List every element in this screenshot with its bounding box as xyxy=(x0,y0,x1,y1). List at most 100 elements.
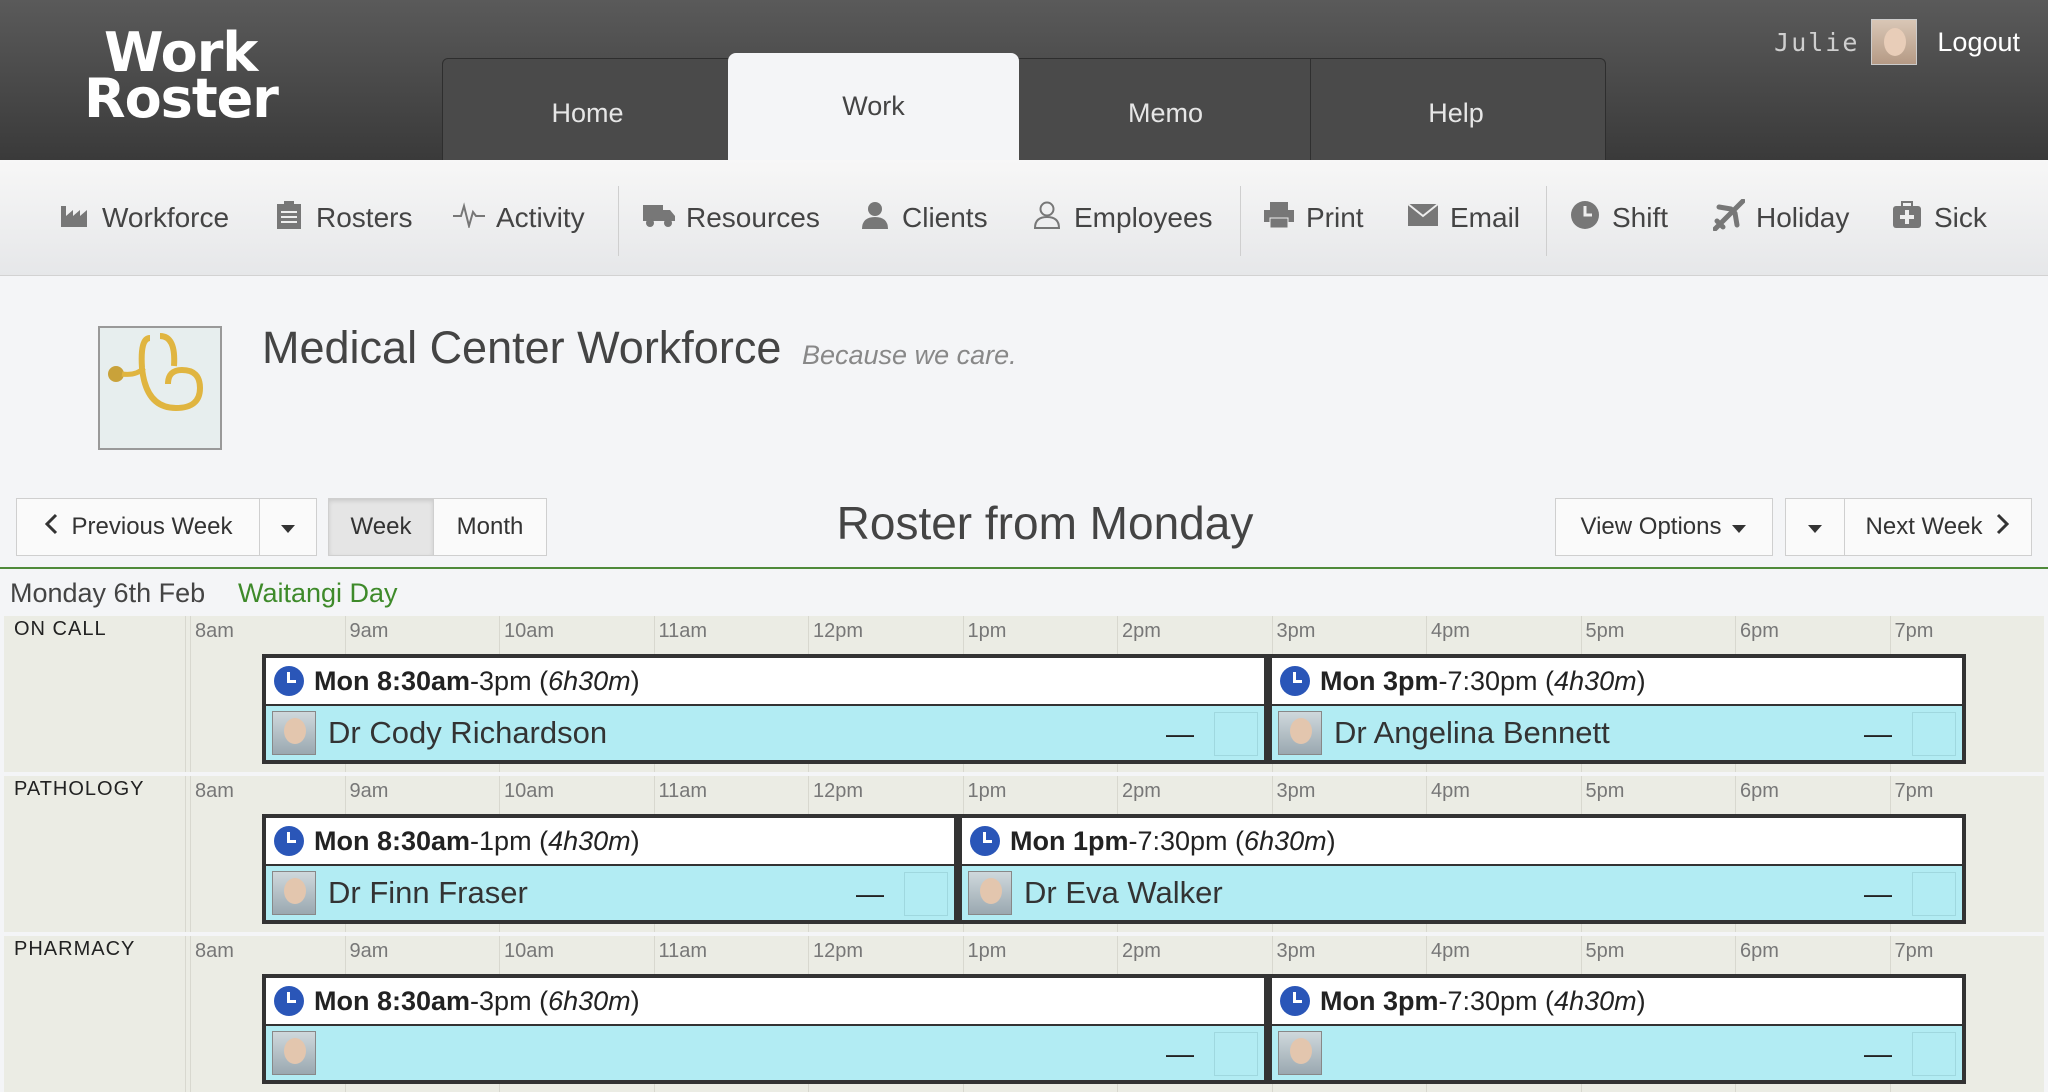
user-tie-icon xyxy=(858,201,892,236)
printer-icon xyxy=(1262,201,1296,236)
toolbar-shift[interactable]: Shift xyxy=(1568,160,1668,276)
app-header: Work Roster Home Work Memo Help Julie Lo… xyxy=(0,0,2048,160)
clock-icon xyxy=(274,666,304,696)
user-icon xyxy=(1030,201,1064,236)
shift-employee[interactable]: — xyxy=(266,1026,1264,1080)
company-tagline: Because we care. xyxy=(802,340,1017,370)
toolbar-label: Workforce xyxy=(102,202,230,233)
shift-close-paren: ) xyxy=(630,985,640,1016)
toolbar-label: Resources xyxy=(686,202,820,233)
clipboard-icon xyxy=(272,200,306,237)
select-checkbox[interactable] xyxy=(1912,712,1956,756)
hour-label: 4pm xyxy=(1431,940,1470,962)
row-label: PHARMACY xyxy=(14,938,136,960)
remove-icon[interactable]: — xyxy=(1864,718,1892,750)
caret-down-icon xyxy=(1731,513,1747,541)
employee-avatar xyxy=(272,711,316,755)
hour-label: 6pm xyxy=(1740,620,1779,642)
toolbar-label: Print xyxy=(1306,202,1364,233)
hour-label: 8am xyxy=(195,620,234,642)
shift-start: Mon 8:30am xyxy=(314,825,471,856)
shift-time: Mon 8:30am -1pm (4h30m) xyxy=(266,818,954,866)
toolbar-clients[interactable]: Clients xyxy=(858,160,988,276)
hour-label: 11am xyxy=(658,620,708,642)
clock-icon xyxy=(1280,666,1310,696)
toolbar-email[interactable]: Email xyxy=(1406,160,1520,276)
shift-block[interactable]: Mon 8:30am -3pm (6h30m) Dr Cody Richardson… xyxy=(262,654,1268,764)
employee-name: Dr Angelina Bennett xyxy=(1334,715,1610,750)
toolbar-resources[interactable]: Resources xyxy=(642,160,820,276)
employee-avatar xyxy=(272,1031,316,1075)
shift-employee[interactable]: Dr Eva Walker — xyxy=(962,866,1962,920)
select-checkbox[interactable] xyxy=(1214,1032,1258,1076)
toolbar-print[interactable]: Print xyxy=(1262,160,1364,276)
hour-label: 10am xyxy=(504,780,555,802)
tab-home[interactable]: Home xyxy=(442,58,733,160)
shift-employee[interactable]: Dr Finn Fraser — xyxy=(266,866,954,920)
shift-employee[interactable]: Dr Cody Richardson — xyxy=(266,706,1264,760)
toolbar-workforce[interactable]: Workforce xyxy=(58,160,229,276)
shift-employee[interactable]: Dr Angelina Bennett — xyxy=(1272,706,1962,760)
shift-duration: 6h30m xyxy=(548,665,631,696)
select-checkbox[interactable] xyxy=(1912,872,1956,916)
employee-avatar xyxy=(968,871,1012,915)
hour-label: 2pm xyxy=(1122,940,1161,962)
remove-icon[interactable]: — xyxy=(1166,718,1194,750)
hour-label: 1pm xyxy=(967,780,1007,802)
shift-block[interactable]: Mon 8:30am -1pm (4h30m) Dr Finn Fraser — xyxy=(262,814,958,924)
remove-icon[interactable]: — xyxy=(1864,1038,1892,1070)
clock-icon xyxy=(970,826,1000,856)
toolbar-rosters[interactable]: Rosters xyxy=(272,160,412,276)
toolbar-label: Employees xyxy=(1074,202,1213,233)
employee-name: Dr Cody Richardson xyxy=(328,715,608,750)
shift-block[interactable]: Mon 1pm -7:30pm (6h30m) Dr Eva Walker — xyxy=(958,814,1966,924)
app-logo[interactable]: Work Roster xyxy=(84,26,279,126)
shift-start: Mon 8:30am xyxy=(314,665,471,696)
next-week-dropdown[interactable] xyxy=(1785,498,1845,556)
hour-label: 5pm xyxy=(1585,620,1625,642)
shift-block[interactable]: Mon 8:30am -3pm (6h30m) — xyxy=(262,974,1268,1084)
select-checkbox[interactable] xyxy=(904,872,948,916)
remove-icon[interactable]: — xyxy=(1166,1038,1194,1070)
tab-help[interactable]: Help xyxy=(1310,58,1601,160)
tab-work[interactable]: Work xyxy=(728,53,1019,160)
toolbar-sick[interactable]: Sick xyxy=(1890,160,1987,276)
toolbar-employees[interactable]: Employees xyxy=(1030,160,1213,276)
hour-label: 9am xyxy=(349,940,389,962)
employee-name: Dr Finn Fraser xyxy=(328,875,528,910)
caret-down-icon xyxy=(1807,513,1823,541)
next-week-button[interactable]: Next Week xyxy=(1844,498,2032,556)
chevron-left-icon xyxy=(44,513,58,541)
shift-block[interactable]: Mon 3pm -7:30pm (4h30m) — xyxy=(1268,974,1966,1084)
plane-icon xyxy=(1712,198,1746,238)
previous-week-dropdown[interactable] xyxy=(259,498,317,556)
select-checkbox[interactable] xyxy=(1912,1032,1956,1076)
tab-memo[interactable]: Memo xyxy=(1020,58,1311,160)
shift-duration: 4h30m xyxy=(548,825,631,856)
user-avatar[interactable] xyxy=(1871,19,1918,65)
clock-icon xyxy=(1568,200,1602,237)
toolbar-activity[interactable]: Activity xyxy=(452,160,585,276)
select-checkbox[interactable] xyxy=(1214,712,1258,756)
hour-label: 2pm xyxy=(1122,620,1161,642)
shift-end: -7:30pm ( xyxy=(1128,825,1245,856)
shift-duration: 6h30m xyxy=(548,985,631,1016)
shift-close-paren: ) xyxy=(1636,985,1646,1016)
shift-employee[interactable]: — xyxy=(1272,1026,1962,1080)
hour-label: 3pm xyxy=(1276,780,1316,802)
toolbar-holiday[interactable]: Holiday xyxy=(1712,160,1849,276)
week-view-button[interactable]: Week xyxy=(328,498,434,556)
previous-week-button[interactable]: Previous Week xyxy=(16,498,260,556)
user-name: Julie xyxy=(1774,27,1860,57)
month-view-button[interactable]: Month xyxy=(433,498,547,556)
roster-row: ON CALL 8am 9am 10am 11am 12pm 1pm 2pm 3pm 4pm 5pm… xyxy=(4,616,2044,772)
shift-close-paren: ) xyxy=(1636,665,1646,696)
hour-label: 10am xyxy=(504,940,555,962)
remove-icon[interactable]: — xyxy=(856,878,884,910)
view-options-button[interactable]: View Options xyxy=(1555,498,1773,556)
remove-icon[interactable]: — xyxy=(1864,878,1892,910)
shift-start: Mon 3pm xyxy=(1320,985,1439,1016)
factory-icon xyxy=(58,202,92,235)
logout-link[interactable]: Logout xyxy=(1937,27,2020,58)
shift-block[interactable]: Mon 3pm -7:30pm (4h30m) Dr Angelina Bennet… xyxy=(1268,654,1966,764)
